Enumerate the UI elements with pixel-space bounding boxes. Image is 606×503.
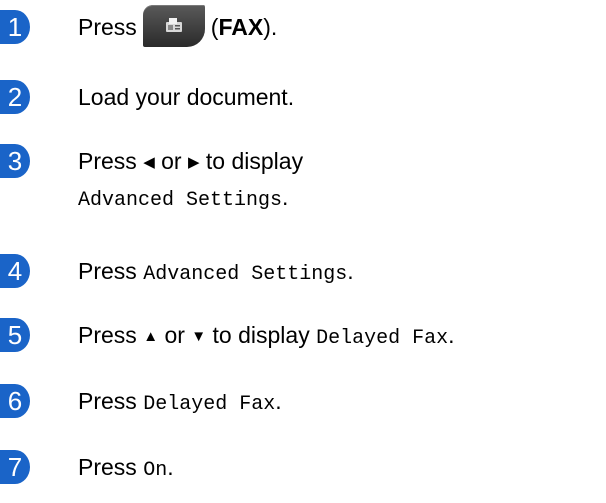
step-2: 2 Load your document. [0,80,294,114]
step-number: 6 [0,384,30,418]
ui-text: Delayed Fax [143,393,276,416]
step-number: 7 [0,450,30,484]
step-5: 5 Press ▲ or ▼ to display Delayed Fax. [0,318,455,356]
fax-machine-icon [165,17,182,32]
step-text: Press Advanced Settings. [78,258,354,286]
step-text: Press ◀ or ▶ to display Advanced Setting… [78,148,304,212]
ui-text: On [143,459,168,482]
step-text: Press On. [78,454,174,482]
step-number: 4 [0,254,30,288]
step-number: 5 [0,318,30,352]
step-number: 2 [0,80,30,114]
ui-text: Advanced Settings [78,189,283,212]
step-7: 7 Press On. [0,450,174,488]
step-text: Press Delayed Fax. [78,388,282,416]
step-1: 1 Press (FAX). [0,4,277,47]
right-arrow-icon: ▶ [187,154,200,171]
step-number: 1 [0,10,30,44]
step-6: 6 Press Delayed Fax. [0,384,282,422]
ui-text: Advanced Settings [143,263,348,286]
fax-button [142,4,205,47]
step-text: Press (FAX). [78,4,277,47]
fax-label: FAX [218,14,264,40]
step-text: Load your document. [78,84,295,110]
ui-text: Delayed Fax [316,327,449,350]
left-arrow-icon: ◀ [143,154,155,171]
step-3: 3 Press ◀ or ▶ to display Advanced Setti… [0,144,303,218]
down-arrow-icon: ▼ [191,328,207,345]
step-number: 3 [0,144,30,178]
step-text: Press ▲ or ▼ to display Delayed Fax. [78,322,455,350]
up-arrow-icon: ▲ [143,328,159,345]
step-4: 4 Press Advanced Settings. [0,254,354,292]
